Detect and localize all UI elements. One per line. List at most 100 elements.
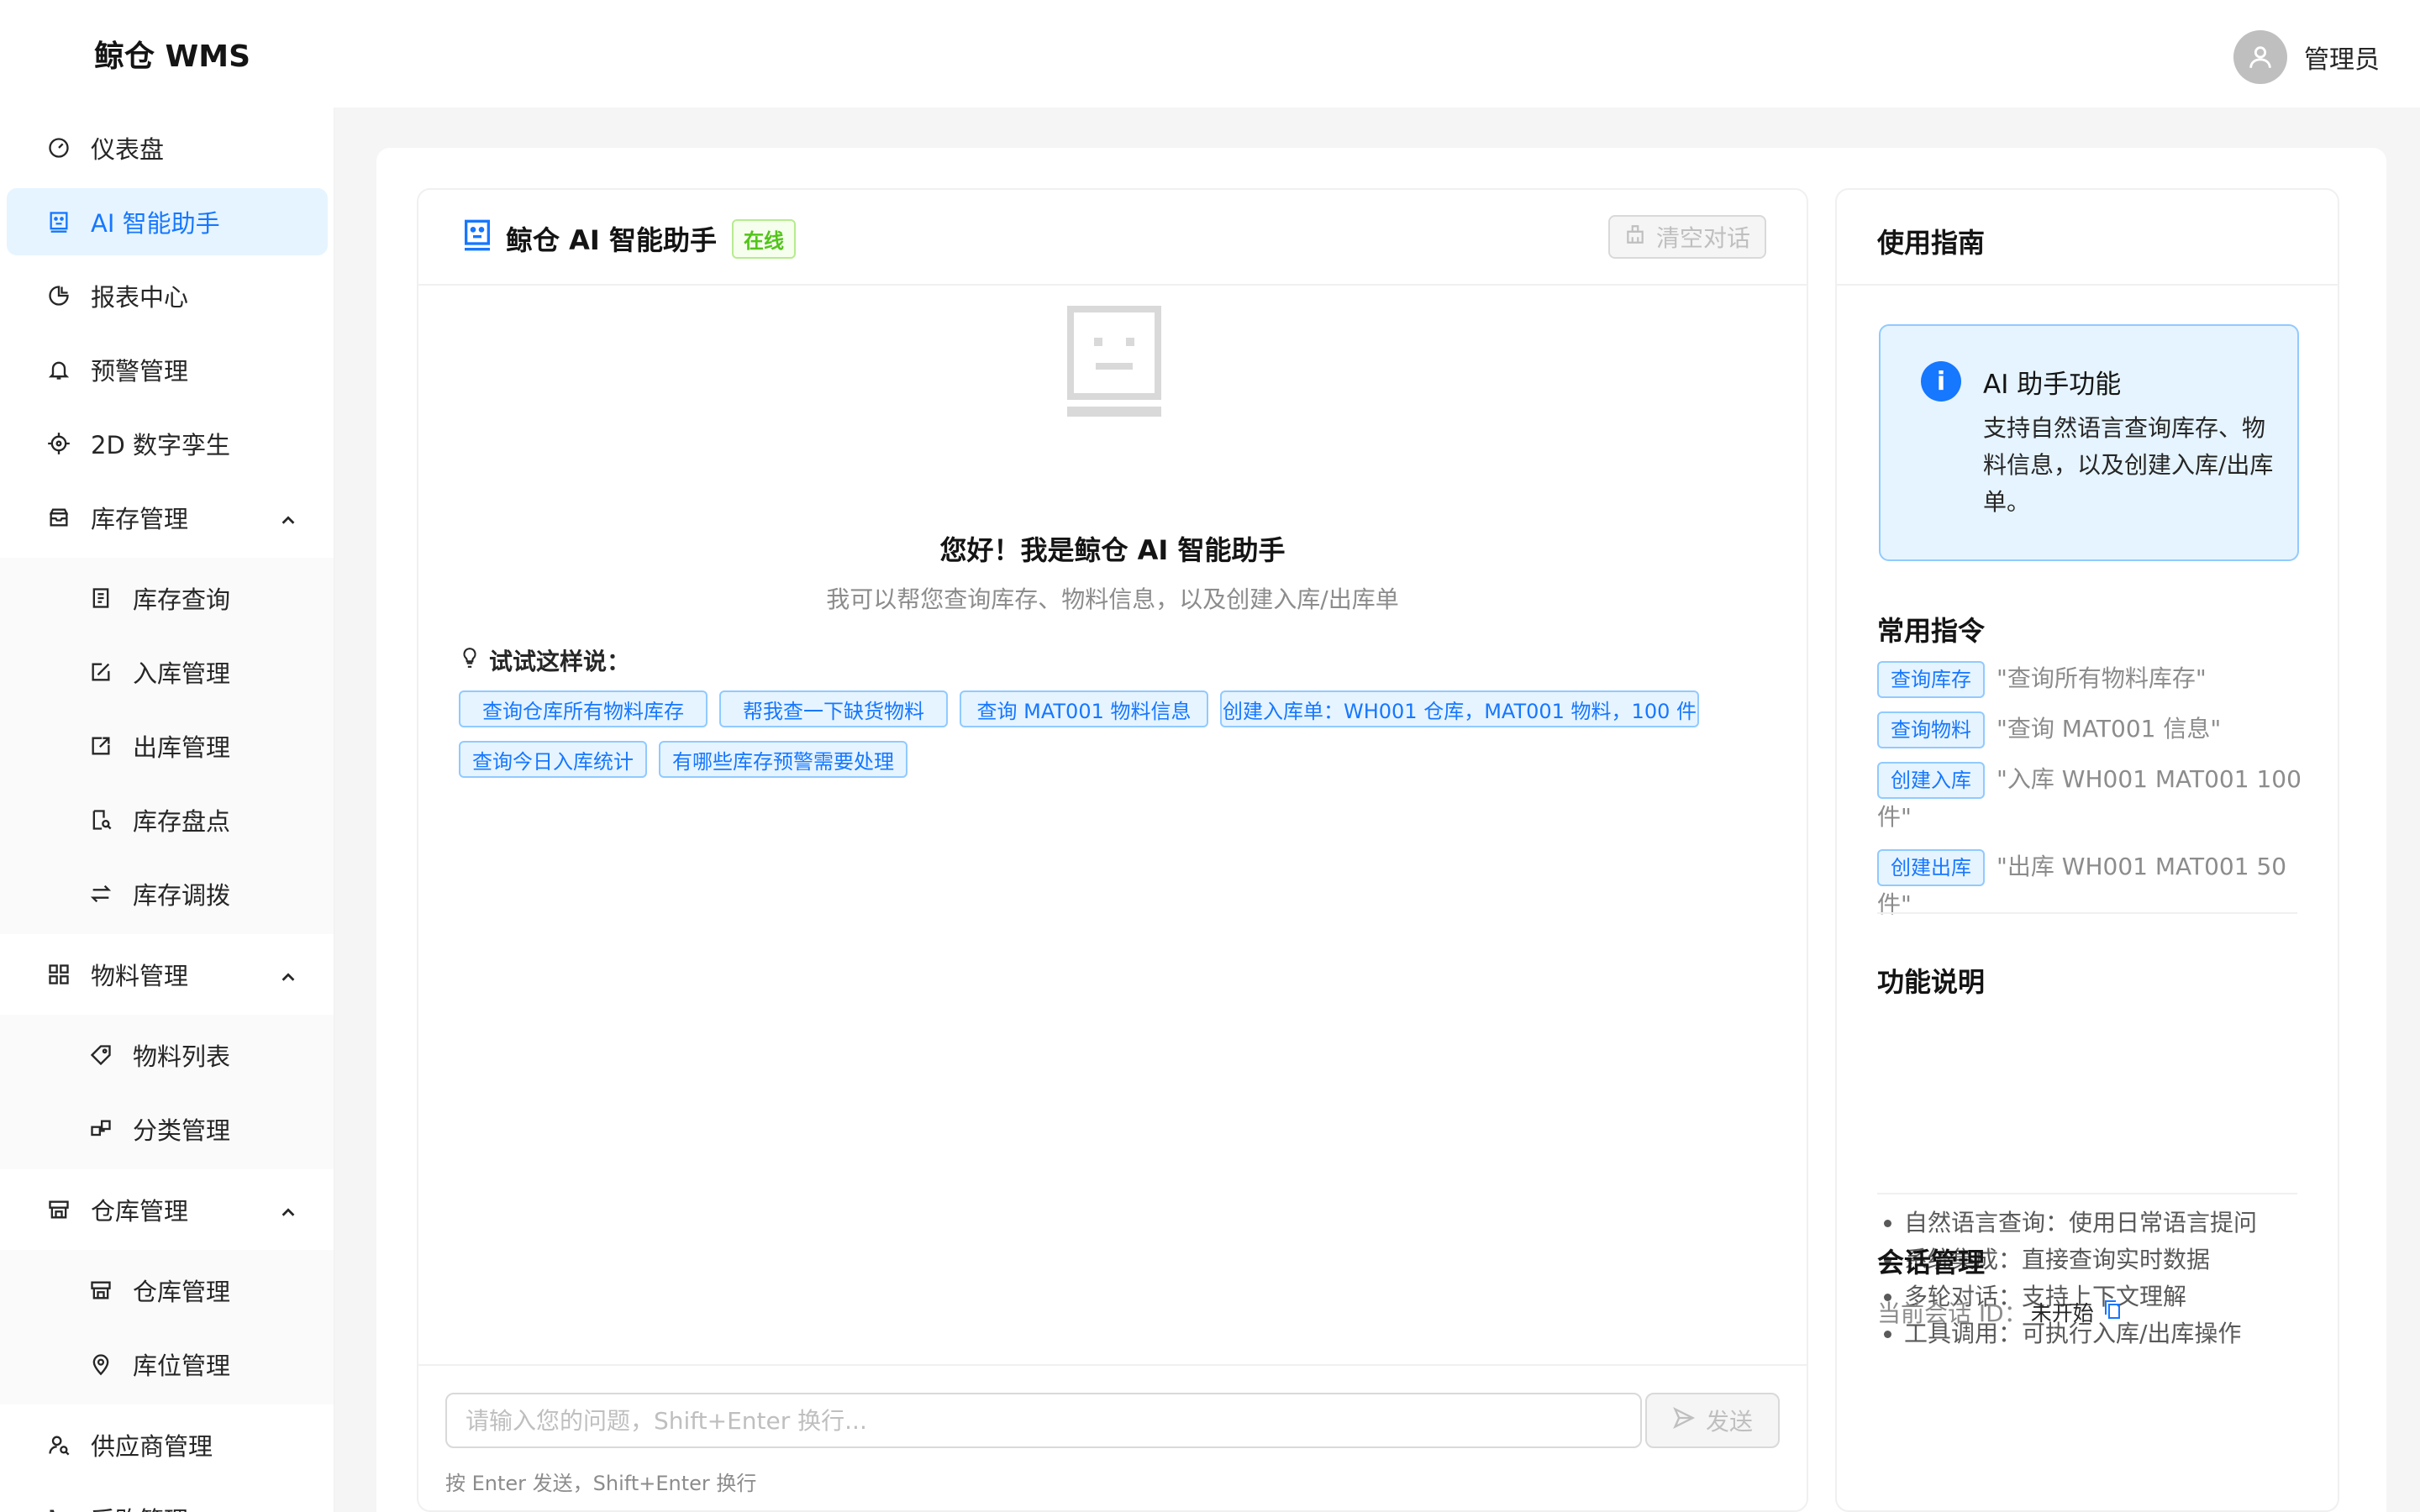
sidebar-item-transfer[interactable]: 库存调拨 (7, 860, 328, 927)
command-tag[interactable]: 查询物料 (1877, 711, 1985, 748)
edit-box-icon (87, 659, 114, 685)
pie-chart-icon (45, 282, 72, 309)
sidebar-item-inbound[interactable]: 入库管理 (7, 638, 328, 706)
sidebar-item-material-list[interactable]: 物料列表 (7, 1021, 328, 1089)
sidebar-item-digital-twin[interactable]: 2D 数字孪生 (7, 410, 328, 477)
sidebar-item-label: 仓库管理 (91, 1197, 189, 1226)
sidebar-item-warehouse-manage[interactable]: 仓库管理 (7, 1257, 328, 1324)
send-icon (1672, 1406, 1696, 1436)
user-avatar-icon[interactable] (2233, 30, 2287, 84)
chat-header: 鲸仓 AI 智能助手 在线 清空对话 (418, 190, 1807, 286)
sidebar-item-label: 分类管理 (133, 1116, 231, 1145)
sidebar-item-label: 入库管理 (133, 659, 231, 688)
sidebar-item-ai-assistant[interactable]: AI 智能助手 (7, 188, 328, 255)
sidebar-item-label: 2D 数字孪生 (91, 431, 230, 459)
bulb-icon (459, 646, 481, 675)
list-item: 自然语言查询：使用日常语言提问 (1904, 1205, 2257, 1242)
location-pin-icon (87, 1351, 114, 1378)
command-text: "查询所有物料库存" (1996, 664, 2207, 692)
sidebar-item-label: 物料列表 (133, 1042, 231, 1071)
robot-icon (45, 208, 72, 235)
sidebar-item-label: 预警管理 (91, 357, 189, 386)
inbox-icon (45, 504, 72, 531)
sidebar-item-inventory-query[interactable]: 库存查询 (7, 564, 328, 632)
greeting-title: 您好！我是鲸仓 AI 智能助手 (939, 534, 1286, 566)
try-label-group: 试试这样说： (459, 643, 630, 677)
document-icon (87, 585, 114, 612)
sidebar-item-reports[interactable]: 报表中心 (7, 262, 328, 329)
export-icon (87, 732, 114, 759)
tag-icon (87, 1042, 114, 1068)
inventory-submenu: 库存查询 入库管理 出库管理 库存盘点 库存调拨 (0, 558, 334, 934)
sidebar-item-label: 采购管理 (91, 1501, 188, 1512)
info-text: 支持自然语言查询库存、物料信息，以及创建入库/出库单。 (1983, 414, 2274, 516)
user-menu[interactable]: 管理员 (2233, 30, 2380, 84)
divider (1877, 1193, 2297, 1194)
file-search-icon (87, 806, 114, 833)
try-label: 试试这样说： (489, 648, 631, 675)
sidebar-item-label: 出库管理 (133, 733, 231, 762)
sidebar-item-label: 物料管理 (91, 962, 189, 990)
send-button[interactable]: 发送 (1645, 1393, 1780, 1448)
sidebar-item-materials[interactable]: 物料管理 (7, 941, 328, 1008)
user-search-icon (45, 1431, 72, 1458)
input-hint: 按 Enter 发送，Shift+Enter 换行 (445, 1472, 757, 1495)
command-row: 查询库存 "查询所有物料库存" (1877, 660, 2314, 698)
chevron-up-icon (279, 964, 297, 993)
top-bar: 鲸仓 WMS 管理员 (0, 0, 2420, 108)
user-name[interactable]: 管理员 (2304, 39, 2380, 76)
sidebar-item-categories[interactable]: 分类管理 (7, 1095, 328, 1163)
bell-icon (45, 356, 72, 383)
chat-input[interactable] (445, 1393, 1642, 1448)
sidebar-item-dashboard[interactable]: 仪表盘 (7, 114, 328, 181)
command-tag[interactable]: 创建出库 (1877, 849, 1985, 886)
command-row: 查询物料 "查询 MAT001 信息" (1877, 711, 2314, 748)
sidebar-item-outbound[interactable]: 出库管理 (7, 712, 328, 780)
sidebar: 仪表盘 AI 智能助手 报表中心 预警管理 2D 数字孪生 库存管理 库存查询 … (0, 108, 334, 1512)
suggestion-chip[interactable]: 查询今日入库统计 (459, 741, 647, 778)
send-label: 发送 (1705, 1408, 1753, 1436)
sidebar-item-locations[interactable]: 库位管理 (7, 1331, 328, 1398)
session-value: 未开始 (2030, 1301, 2094, 1326)
sidebar-item-label: 报表中心 (91, 283, 189, 312)
robot-placeholder-icon (1067, 306, 1161, 420)
suggestion-chip[interactable]: 创建入库单：WH001 仓库，MAT001 物料，100 件 (1220, 690, 1699, 727)
suggestion-chip[interactable]: 帮我查一下缺货物料 (719, 690, 948, 727)
suggestion-chip[interactable]: 有哪些库存预警需要处理 (659, 741, 908, 778)
sidebar-item-suppliers[interactable]: 供应商管理 (7, 1411, 328, 1478)
command-tag[interactable]: 查询库存 (1877, 661, 1985, 698)
sidebar-item-label: 库位管理 (133, 1352, 231, 1380)
guide-panel: 使用指南 i AI 助手功能 支持自然语言查询库存、物料信息，以及创建入库/出库… (1835, 188, 2339, 1512)
chevron-up-icon (279, 1200, 297, 1228)
session-label: 当前会话 ID： (1877, 1299, 2028, 1327)
command-tag[interactable]: 创建入库 (1877, 762, 1985, 799)
shop-icon (87, 1277, 114, 1304)
suggestion-chip[interactable]: 查询 MAT001 物料信息 (960, 690, 1208, 727)
info-icon: i (1921, 361, 1961, 402)
info-box: i AI 助手功能 支持自然语言查询库存、物料信息，以及创建入库/出库单。 (1879, 324, 2299, 561)
cart-icon (45, 1505, 72, 1512)
chevron-up-icon (279, 507, 297, 536)
sidebar-item-purchasing[interactable]: 采购管理 (7, 1485, 328, 1512)
clear-chat-button[interactable]: 清空对话 (1608, 215, 1766, 259)
sidebar-item-stocktake[interactable]: 库存盘点 (7, 786, 328, 853)
dashboard-icon (45, 134, 72, 161)
chat-title: 鲸仓 AI 智能助手 (506, 224, 717, 256)
suggestion-chip[interactable]: 查询仓库所有物料库存 (459, 690, 708, 727)
target-icon (45, 430, 72, 457)
chat-panel: 鲸仓 AI 智能助手 在线 清空对话 您好！我是鲸仓 AI 智能助手 我可以帮您… (417, 188, 1808, 1512)
chat-input-area: 发送 按 Enter 发送，Shift+Enter 换行 (418, 1364, 1807, 1510)
sidebar-item-label: 供应商管理 (91, 1432, 213, 1461)
info-title: AI 助手功能 (1983, 370, 2122, 400)
sidebar-item-label: 仓库管理 (133, 1278, 231, 1306)
guide-title: 使用指南 (1877, 227, 1986, 259)
sidebar-item-warehouse[interactable]: 仓库管理 (7, 1176, 328, 1243)
app-logo[interactable]: 鲸仓 WMS (94, 32, 250, 76)
materials-submenu: 物料列表 分类管理 (0, 1015, 334, 1169)
sidebar-item-label: AI 智能助手 (91, 209, 220, 238)
session-title: 会话管理 (1877, 1247, 1986, 1278)
sidebar-item-alerts[interactable]: 预警管理 (7, 336, 328, 403)
copy-icon[interactable] (2102, 1299, 2123, 1326)
shop-icon (45, 1196, 72, 1223)
sidebar-item-inventory[interactable]: 库存管理 (7, 484, 328, 551)
